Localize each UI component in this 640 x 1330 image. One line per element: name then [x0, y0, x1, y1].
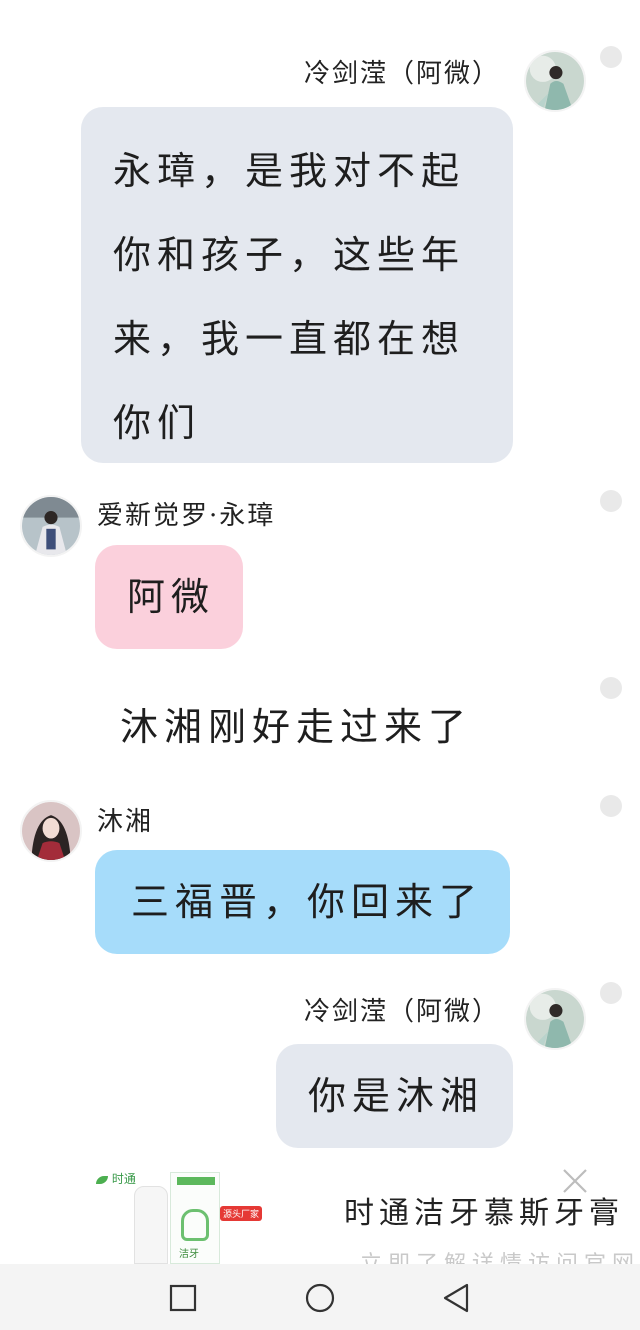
ad-product-label: 洁牙 [179, 1249, 199, 1260]
sender-name: 爱新觉罗·永璋 [97, 501, 276, 531]
message-status-dot [600, 490, 622, 512]
message-line: 三福晋，你回来了 [131, 880, 484, 924]
message-line: 你是沐湘 [308, 1074, 485, 1118]
ad-subtitle: 立即了解详情访问官网 [360, 1246, 640, 1264]
avatar-muxiang[interactable] [20, 800, 82, 862]
message-bubble[interactable]: 你是沐湘 [276, 1044, 513, 1148]
message-status-dot [600, 795, 622, 817]
message-bubble[interactable]: 阿微 [95, 545, 243, 649]
back-button[interactable] [437, 1278, 477, 1318]
system-nav-bar [0, 1264, 640, 1330]
ad-title[interactable]: 时通洁牙慕斯牙膏 [344, 1188, 624, 1232]
message-line: 你和孩子，这些年 [113, 233, 466, 277]
ad-banner[interactable]: 时通 洁牙 源头厂家 时通洁牙慕斯牙膏 立即了解详情访问官网 [0, 1160, 640, 1264]
message-bubble[interactable]: 三福晋，你回来了 [95, 850, 510, 954]
avatar-ajian[interactable] [524, 50, 586, 112]
message-status-dot [600, 982, 622, 1004]
square-icon [169, 1284, 197, 1312]
narration-text: 沐湘刚好走过来了 [120, 705, 473, 749]
sender-name: 沐湘 [97, 807, 154, 837]
ad-bottle [134, 1186, 168, 1264]
ad-tag: 源头厂家 [220, 1206, 263, 1221]
ad-brand-logo: 时通 [96, 1170, 136, 1187]
message-line: 阿微 [127, 575, 216, 619]
sender-name: 冷剑滢（阿微） [303, 997, 500, 1027]
circle-icon [305, 1283, 335, 1313]
avatar-yongzhang[interactable] [20, 495, 82, 557]
recents-button[interactable] [163, 1278, 203, 1318]
ad-product-image[interactable]: 时通 洁牙 源头厂家 [94, 1166, 263, 1264]
message-line: 你们 [113, 401, 202, 445]
home-button[interactable] [300, 1278, 340, 1318]
avatar-ajian[interactable] [524, 988, 586, 1050]
leaf-icon [96, 1175, 108, 1184]
message-line: 永璋，是我对不起 [113, 149, 466, 193]
ad-box: 洁牙 [170, 1172, 220, 1264]
message-bubble[interactable]: 永璋，是我对不起 你和孩子，这些年 来，我一直都在想 你们 [81, 107, 513, 463]
message-status-dot [600, 46, 622, 68]
tooth-icon [181, 1209, 209, 1241]
message-status-dot [600, 677, 622, 699]
triangle-back-icon [443, 1283, 469, 1313]
sender-name: 冷剑滢（阿微） [303, 59, 500, 89]
message-line: 来，我一直都在想 [113, 317, 466, 361]
